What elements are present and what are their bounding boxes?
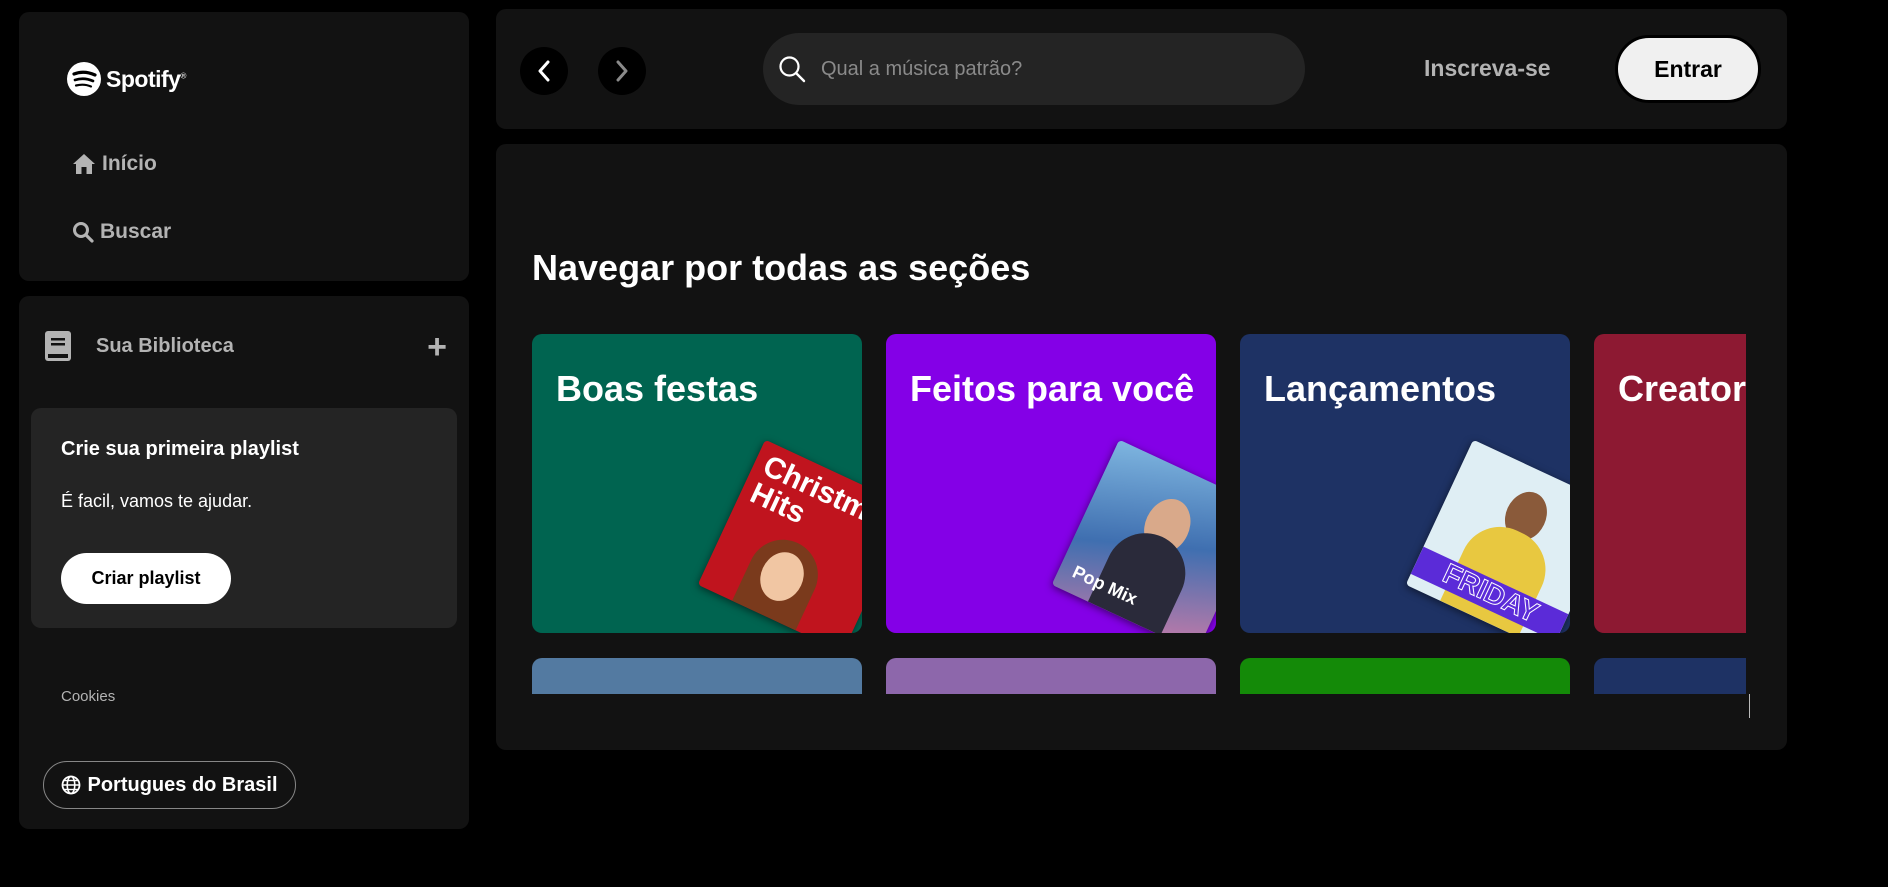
category-title: Boas festas xyxy=(556,368,759,409)
logo-text: Spotify® xyxy=(106,65,186,92)
create-playlist-subtitle: É facil, vamos te ajudar. xyxy=(61,491,253,511)
chevron-left-icon xyxy=(538,60,550,82)
add-library-button[interactable]: + xyxy=(427,330,447,364)
create-playlist-button[interactable]: Criar playlist xyxy=(61,553,231,604)
cookies-link[interactable]: Cookies xyxy=(61,688,115,705)
library-header[interactable]: Sua Biblioteca xyxy=(44,330,234,362)
top-bar: Inscreva-se Entrar xyxy=(496,9,1787,129)
search-box[interactable] xyxy=(763,33,1305,105)
browse-panel: Navegar por todas as seções Boas festas … xyxy=(496,144,1787,750)
spotify-logo[interactable]: Spotify® xyxy=(67,62,186,96)
category-title: Lançamentos xyxy=(1264,368,1497,409)
category-card-feitos-para-voce[interactable]: Feitos para você Pop Mix xyxy=(886,334,1216,633)
category-card-boas-festas[interactable]: Boas festas Christmas Hits xyxy=(532,334,862,633)
category-card-row2[interactable] xyxy=(1594,658,1746,694)
category-grid: Boas festas Christmas Hits Feitos para v… xyxy=(532,334,1746,694)
search-icon xyxy=(779,56,806,83)
spotify-icon xyxy=(67,62,101,96)
chevron-right-icon xyxy=(616,60,628,82)
category-card-row2[interactable] xyxy=(532,658,862,694)
login-button[interactable]: Entrar xyxy=(1615,35,1761,103)
library-title: Sua Biblioteca xyxy=(96,334,234,357)
album-art-new-music-friday: FRIDAY xyxy=(1405,439,1570,633)
search-icon xyxy=(73,222,94,243)
album-art-pop-mix: Pop Mix xyxy=(1051,439,1216,633)
category-card-lancamentos[interactable]: Lançamentos FRIDAY xyxy=(1240,334,1570,633)
nav-search-label: Buscar xyxy=(100,220,172,243)
language-label: Portugues do Brasil xyxy=(87,773,278,796)
section-title: Navegar por todas as seções xyxy=(532,247,1031,288)
signup-button[interactable]: Inscreva-se xyxy=(1424,55,1551,82)
nav-search[interactable]: Buscar xyxy=(72,220,171,244)
nav-home-label: Início xyxy=(102,152,157,175)
scrollbar[interactable] xyxy=(1749,694,1750,718)
create-playlist-title: Crie sua primeira playlist xyxy=(61,438,299,460)
category-title: Creators xyxy=(1618,368,1746,409)
search-input[interactable] xyxy=(819,56,1283,82)
forward-button[interactable] xyxy=(598,47,646,95)
category-card-row2[interactable] xyxy=(1240,658,1570,694)
library-icon xyxy=(45,331,71,361)
nav-home[interactable]: Início xyxy=(72,152,157,176)
back-button[interactable] xyxy=(520,47,568,95)
category-title: Feitos para você xyxy=(910,368,1195,409)
home-icon xyxy=(73,154,95,174)
album-art-christmas: Christmas Hits xyxy=(697,439,862,633)
library-panel: Sua Biblioteca + Crie sua primeira playl… xyxy=(19,296,469,829)
nav-panel: Spotify® Início Buscar xyxy=(19,12,469,281)
create-playlist-card: Crie sua primeira playlist É facil, vamo… xyxy=(31,408,457,628)
category-card-creators[interactable]: Creators xyxy=(1594,334,1746,633)
language-button[interactable]: Portugues do Brasil xyxy=(43,761,296,809)
globe-icon xyxy=(62,775,81,795)
category-card-row2[interactable] xyxy=(886,658,1216,694)
